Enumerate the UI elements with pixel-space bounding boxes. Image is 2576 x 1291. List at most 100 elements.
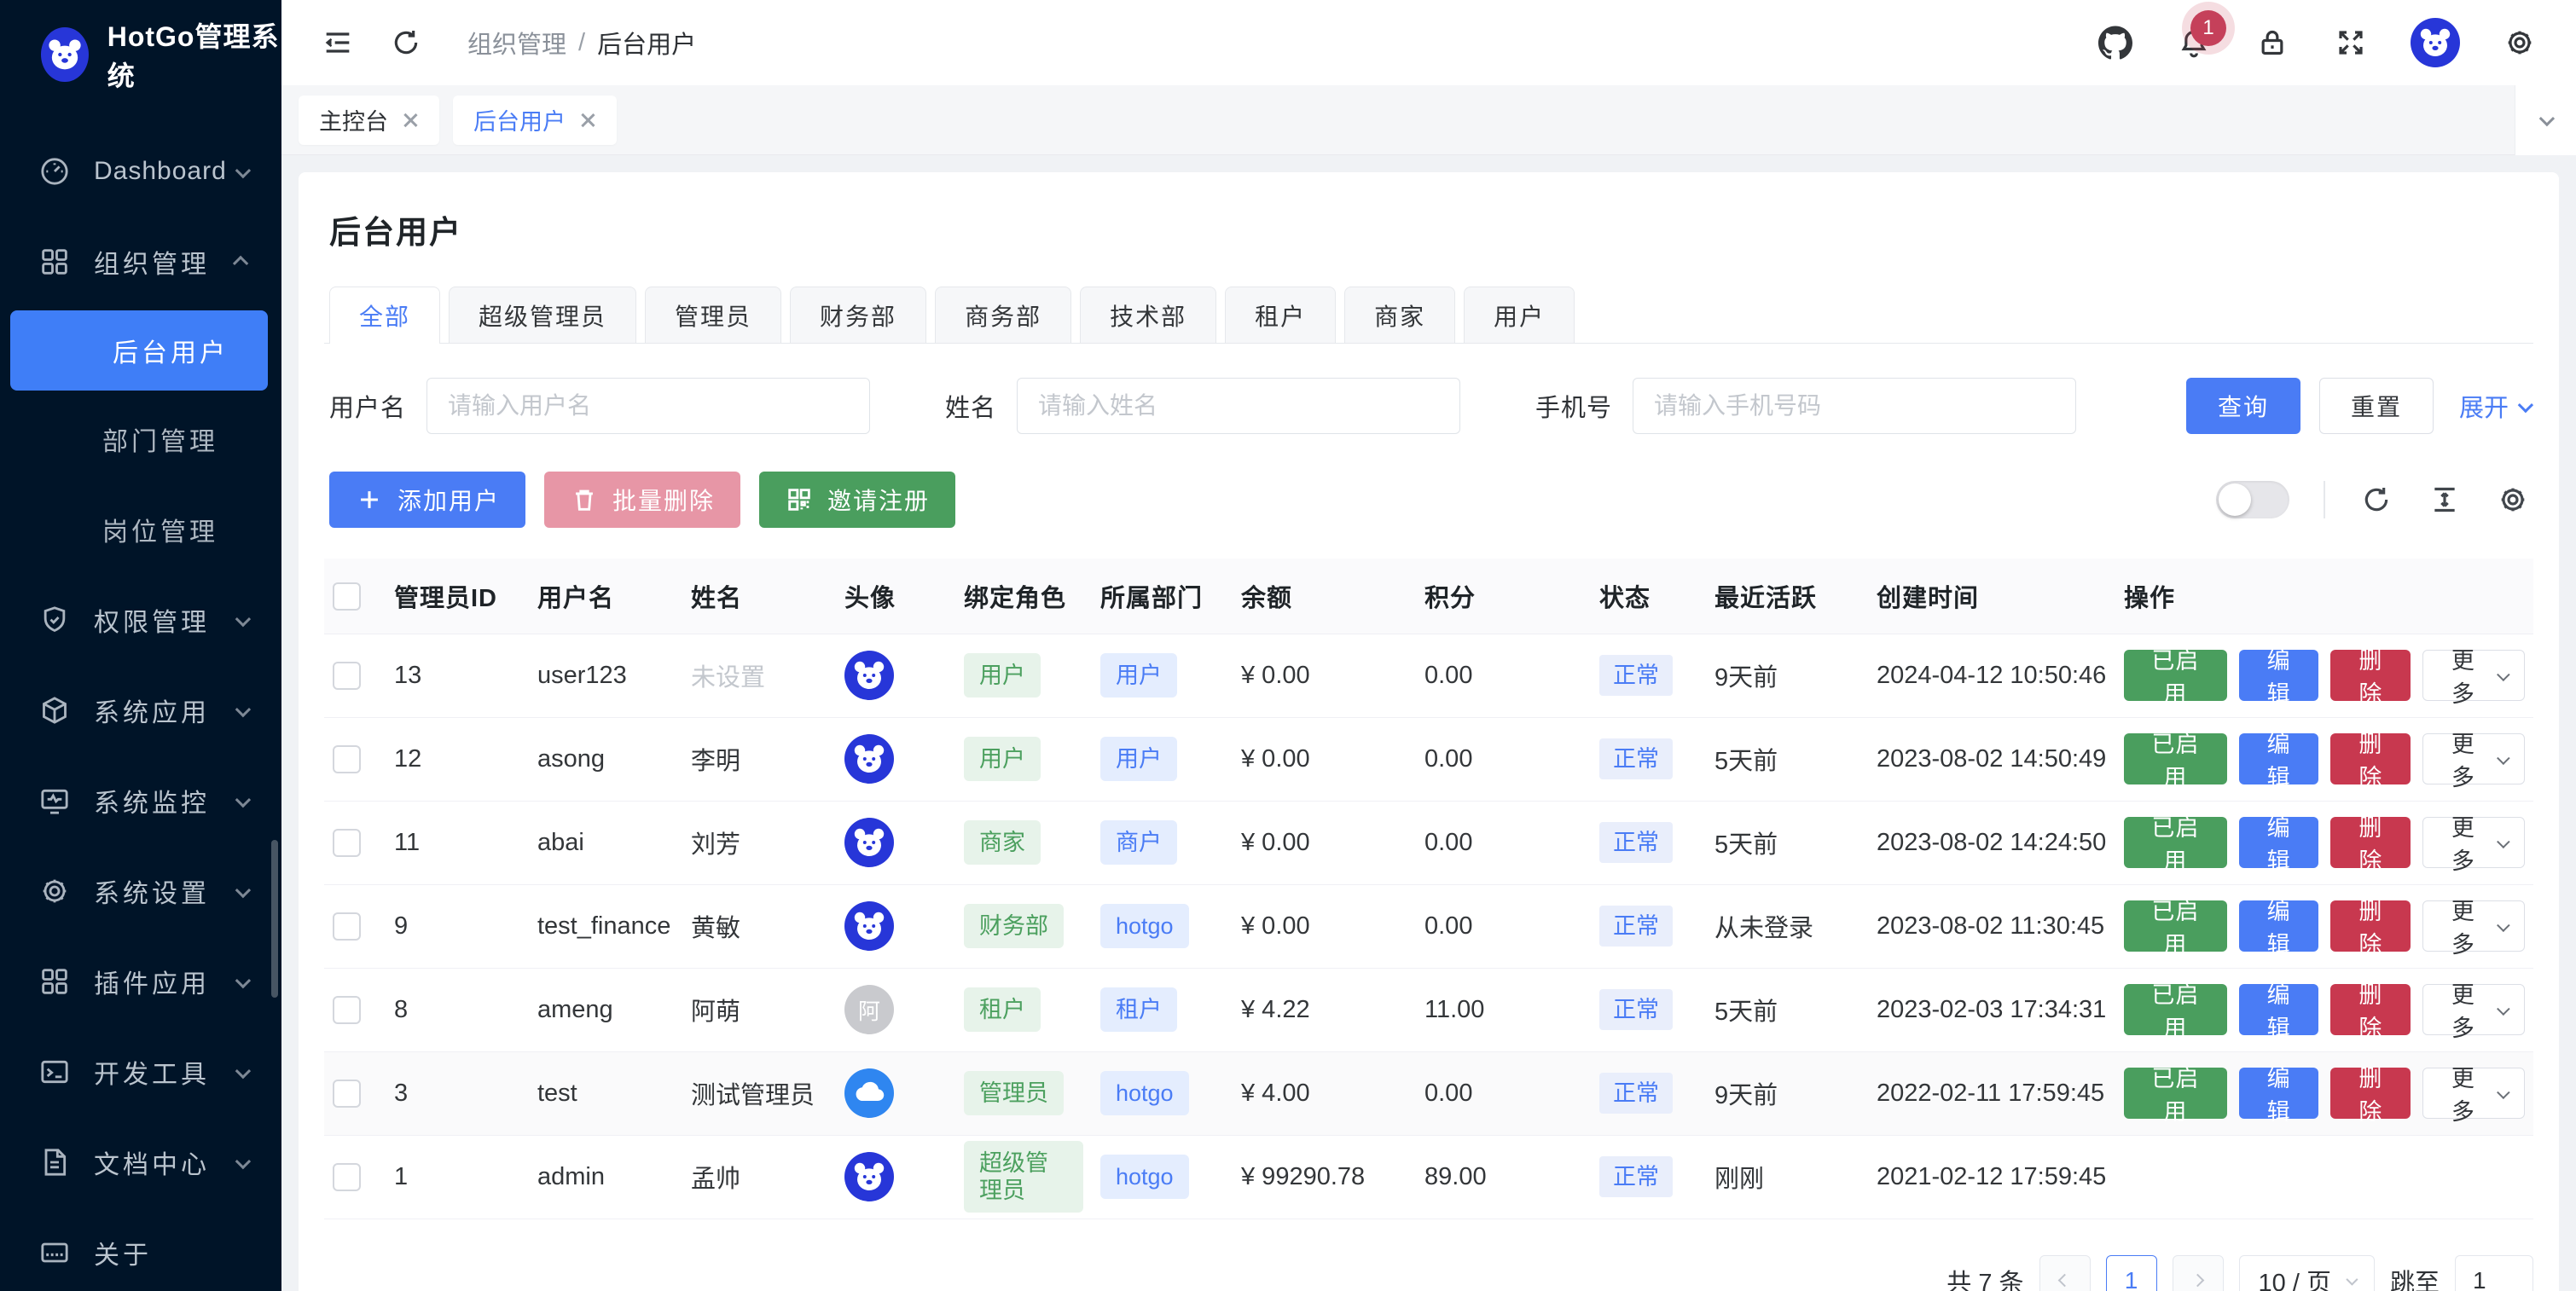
top-header: 组织管理 / 后台用户 1 xyxy=(281,0,2576,85)
department-tag: hotgo xyxy=(1100,1155,1189,1199)
delete-button[interactable]: 删除 xyxy=(2330,817,2411,868)
sidebar-item-dev-tools[interactable]: 开发工具 xyxy=(0,1027,281,1117)
close-icon[interactable] xyxy=(402,112,419,129)
settings-gear-icon[interactable] xyxy=(2501,24,2538,61)
mobile-label: 手机号 xyxy=(1535,388,1612,424)
select-all-checkbox[interactable] xyxy=(333,582,361,611)
delete-button[interactable]: 删除 xyxy=(2330,733,2411,784)
row-checkbox[interactable] xyxy=(333,912,361,941)
tab-backend-users[interactable]: 后台用户 xyxy=(453,96,617,145)
delete-button[interactable]: 删除 xyxy=(2330,650,2411,701)
app-logo[interactable]: HotGo管理系统 xyxy=(0,0,281,109)
column-settings-icon[interactable] xyxy=(2496,483,2530,517)
username-input[interactable] xyxy=(426,378,870,434)
enabled-button[interactable]: 已启用 xyxy=(2124,900,2227,952)
page-size-select[interactable]: 10 / 页 xyxy=(2239,1255,2375,1291)
edit-button[interactable]: 编辑 xyxy=(2239,984,2319,1035)
edit-button[interactable]: 编辑 xyxy=(2239,650,2319,701)
row-checkbox[interactable] xyxy=(333,1080,361,1108)
sidebar-item-about[interactable]: 关于 xyxy=(0,1207,281,1291)
row-density-icon[interactable] xyxy=(2428,483,2462,517)
col-actions: 操作 xyxy=(2115,559,2533,634)
page-1-button[interactable]: 1 xyxy=(2106,1255,2157,1291)
filter-tab-all[interactable]: 全部 xyxy=(329,287,440,343)
delete-button[interactable]: 删除 xyxy=(2330,984,2411,1035)
filter-tab-tenant[interactable]: 租户 xyxy=(1225,287,1336,343)
tabs-options-button[interactable] xyxy=(2515,85,2576,155)
avatar xyxy=(844,901,894,951)
sidebar-item-plugin-apps[interactable]: 插件应用 xyxy=(0,936,281,1027)
row-checkbox[interactable] xyxy=(333,745,361,773)
filter-tab-admin[interactable]: 管理员 xyxy=(645,287,781,343)
notifications-bell-icon[interactable]: 1 xyxy=(2175,24,2213,61)
query-button[interactable]: 查询 xyxy=(2186,378,2300,434)
enabled-button[interactable]: 已启用 xyxy=(2124,984,2227,1035)
sidebar-item-system-apps[interactable]: 系统应用 xyxy=(0,665,281,755)
reset-button[interactable]: 重置 xyxy=(2319,378,2434,434)
sidebar-item-dashboard[interactable]: Dashboard xyxy=(0,126,281,217)
sidebar-item-position-management[interactable]: 岗位管理 xyxy=(0,484,281,575)
edit-button[interactable]: 编辑 xyxy=(2239,733,2319,784)
invite-register-label: 邀请注册 xyxy=(827,483,930,517)
prev-page-button[interactable] xyxy=(2039,1255,2091,1291)
more-button[interactable]: 更多 xyxy=(2422,650,2525,701)
user-avatar[interactable] xyxy=(2411,18,2460,67)
row-checkbox[interactable] xyxy=(333,996,361,1024)
sidebar-item-label: 权限管理 xyxy=(94,601,236,639)
refresh-icon[interactable] xyxy=(387,24,425,61)
add-user-label: 添加用户 xyxy=(397,483,500,517)
enabled-button[interactable]: 已启用 xyxy=(2124,1068,2227,1119)
row-checkbox[interactable] xyxy=(333,662,361,690)
more-label: 更多 xyxy=(2440,893,2486,959)
next-page-button[interactable] xyxy=(2173,1255,2224,1291)
row-checkbox[interactable] xyxy=(333,829,361,857)
fullscreen-icon[interactable] xyxy=(2332,24,2370,61)
sidebar-item-doc-center[interactable]: 文档中心 xyxy=(0,1117,281,1207)
filter-tab-super-admin[interactable]: 超级管理员 xyxy=(449,287,636,343)
more-button[interactable]: 更多 xyxy=(2422,1068,2525,1119)
add-user-button[interactable]: 添加用户 xyxy=(329,472,525,528)
sidebar-item-system-settings[interactable]: 系统设置 xyxy=(0,846,281,936)
github-icon[interactable] xyxy=(2097,24,2134,61)
more-button[interactable]: 更多 xyxy=(2422,900,2525,952)
edit-button[interactable]: 编辑 xyxy=(2239,817,2319,868)
more-button[interactable]: 更多 xyxy=(2422,817,2525,868)
expand-filters-link[interactable]: 展开 xyxy=(2459,388,2530,424)
sidebar-item-department-management[interactable]: 部门管理 xyxy=(0,394,281,484)
tab-dashboard-console[interactable]: 主控台 xyxy=(299,96,439,145)
sidebar-item-permissions[interactable]: 权限管理 xyxy=(0,575,281,665)
mobile-input[interactable] xyxy=(1633,378,2076,434)
filter-tab-tech[interactable]: 技术部 xyxy=(1080,287,1216,343)
reload-table-icon[interactable] xyxy=(2359,483,2393,517)
filter-tab-merchant[interactable]: 商家 xyxy=(1344,287,1455,343)
close-icon[interactable] xyxy=(579,112,596,129)
collapse-sidebar-icon[interactable] xyxy=(319,24,357,61)
more-button[interactable]: 更多 xyxy=(2422,733,2525,784)
lock-screen-icon[interactable] xyxy=(2254,24,2291,61)
striped-toggle[interactable] xyxy=(2216,481,2289,518)
breadcrumb-parent[interactable]: 组织管理 xyxy=(467,25,566,61)
more-button[interactable]: 更多 xyxy=(2422,984,2525,1035)
name-input[interactable] xyxy=(1017,378,1460,434)
enabled-button[interactable]: 已启用 xyxy=(2124,733,2227,784)
plus-icon xyxy=(355,485,384,514)
batch-delete-button[interactable]: 批量删除 xyxy=(544,472,740,528)
status-badge: 正常 xyxy=(1599,1073,1673,1114)
jump-to-input[interactable] xyxy=(2455,1255,2533,1291)
filter-tab-user[interactable]: 用户 xyxy=(1464,287,1575,343)
filter-tab-finance[interactable]: 财务部 xyxy=(790,287,926,343)
row-checkbox[interactable] xyxy=(333,1163,361,1191)
filter-tab-business[interactable]: 商务部 xyxy=(935,287,1071,343)
about-icon xyxy=(38,1236,72,1270)
sidebar-item-organization[interactable]: 组织管理 xyxy=(0,217,281,307)
edit-button[interactable]: 编辑 xyxy=(2239,900,2319,952)
edit-button[interactable]: 编辑 xyxy=(2239,1068,2319,1119)
invite-register-button[interactable]: 邀请注册 xyxy=(759,472,955,528)
sidebar-item-backend-users[interactable]: 后台用户 xyxy=(10,310,268,391)
delete-button[interactable]: 删除 xyxy=(2330,900,2411,952)
sidebar-scrollbar[interactable] xyxy=(271,840,278,998)
delete-button[interactable]: 删除 xyxy=(2330,1068,2411,1119)
enabled-button[interactable]: 已启用 xyxy=(2124,650,2227,701)
enabled-button[interactable]: 已启用 xyxy=(2124,817,2227,868)
sidebar-item-system-monitor[interactable]: 系统监控 xyxy=(0,755,281,846)
